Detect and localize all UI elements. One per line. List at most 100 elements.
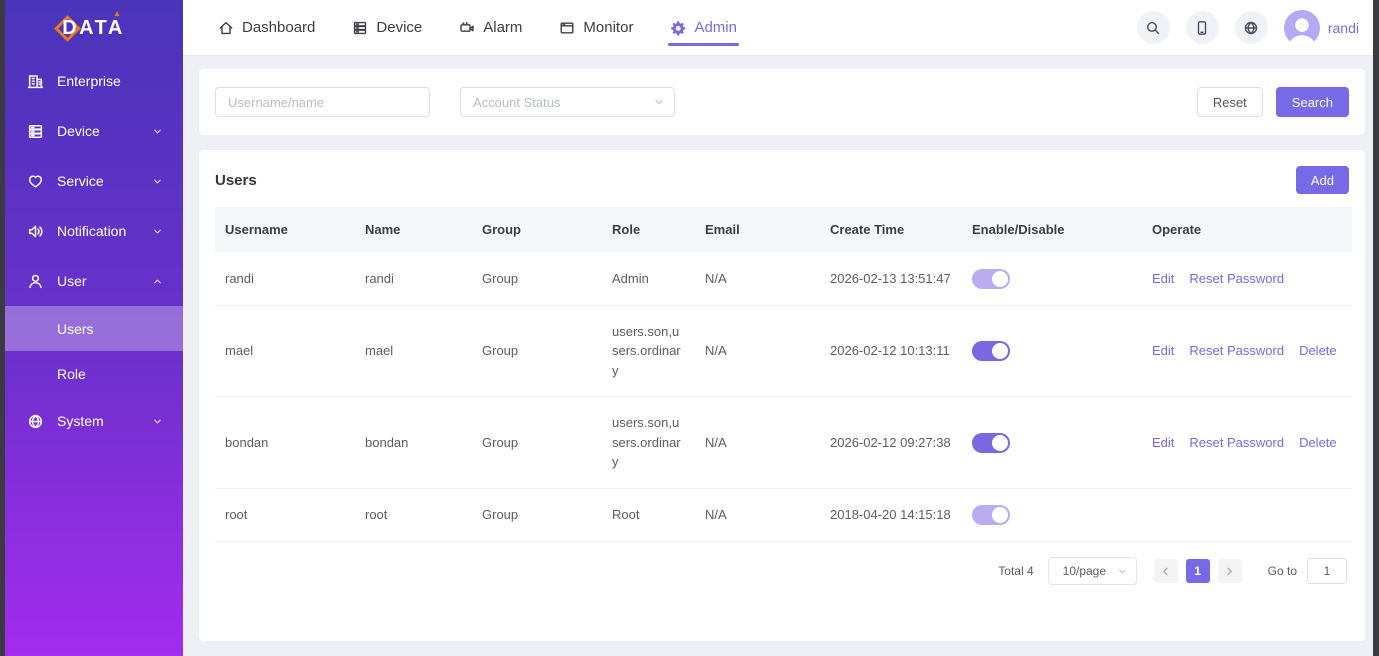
globe-button[interactable]	[1235, 11, 1268, 44]
edit-link[interactable]: Edit	[1152, 271, 1174, 286]
sidebar-item-system[interactable]: System	[0, 396, 183, 446]
brand-logo[interactable]: DATA	[0, 0, 183, 56]
sidebar-item-label: Notification	[57, 223, 152, 239]
sidebar-item-enterprise[interactable]: Enterprise	[0, 56, 183, 106]
tab-monitor[interactable]: Monitor	[559, 0, 633, 55]
brand-logo-text: DATA	[62, 17, 125, 40]
tab-label: Dashboard	[242, 19, 315, 36]
globe-icon	[27, 413, 44, 430]
reset-password-link[interactable]: Reset Password	[1189, 271, 1284, 286]
chevron-down-icon	[1117, 566, 1128, 577]
page-size-select[interactable]: 10/page	[1048, 557, 1137, 585]
sidebar-item-label: System	[57, 413, 152, 429]
cell-name: randi	[355, 252, 472, 305]
table-row: rootrootGroupRootN/A2018-04-20 14:15:18	[215, 488, 1352, 542]
tab-label: Monitor	[583, 19, 633, 36]
tab-alarm[interactable]: Alarm	[459, 0, 522, 55]
cell-name: bondan	[355, 397, 472, 489]
cell-username: bondan	[215, 397, 355, 489]
filter-panel: Account Status Reset Search	[199, 69, 1365, 135]
search-icon	[1145, 20, 1161, 36]
delete-link[interactable]: Delete	[1299, 343, 1337, 358]
reset-button[interactable]: Reset	[1197, 87, 1263, 117]
gear-icon	[670, 20, 686, 36]
toggle-knob	[992, 271, 1008, 287]
search-button[interactable]: Search	[1276, 87, 1349, 117]
cell-group: Group	[472, 252, 602, 305]
goto-page-input[interactable]	[1307, 558, 1347, 584]
cell-enable-disable	[962, 252, 1142, 305]
sidebar-item-notification[interactable]: Notification	[0, 206, 183, 256]
chevron-down-icon	[653, 96, 665, 108]
table-row: randirandiGroupAdminN/A2026-02-13 13:51:…	[215, 252, 1352, 305]
cell-enable-disable	[962, 305, 1142, 397]
server-icon	[27, 123, 44, 140]
enable-toggle[interactable]	[972, 433, 1010, 453]
column-header-role: Role	[602, 207, 695, 252]
chevron-down-icon	[152, 126, 163, 137]
home-icon	[218, 20, 234, 36]
pagination: Total 4 10/page 1 Go to	[215, 542, 1349, 600]
tab-label: Admin	[694, 19, 737, 36]
tab-device[interactable]: Device	[352, 0, 422, 55]
cell-create-time: 2026-02-13 13:51:47	[820, 252, 962, 305]
phone-button[interactable]	[1186, 11, 1219, 44]
sidebar-item-device[interactable]: Device	[0, 106, 183, 156]
sidebar-subitem-users[interactable]: Users	[0, 306, 183, 351]
enable-toggle[interactable]	[972, 505, 1010, 525]
search-button[interactable]	[1137, 11, 1170, 44]
prev-page-button[interactable]	[1154, 559, 1178, 583]
reset-password-link[interactable]: Reset Password	[1189, 435, 1284, 450]
header-actions: randi	[1137, 10, 1359, 46]
user-name: randi	[1328, 20, 1359, 36]
column-header-enable-disable: Enable/Disable	[962, 207, 1142, 252]
cell-username: mael	[215, 305, 355, 397]
username-filter-input[interactable]	[215, 87, 430, 117]
next-page-button[interactable]	[1218, 559, 1242, 583]
cell-group: Group	[472, 397, 602, 489]
reset-password-link[interactable]: Reset Password	[1189, 343, 1284, 358]
alarm-icon	[459, 20, 475, 36]
cell-operate	[1142, 488, 1352, 542]
column-header-name: Name	[355, 207, 472, 252]
tab-admin[interactable]: Admin	[670, 0, 737, 55]
chevron-down-icon	[152, 416, 163, 427]
cell-username: randi	[215, 252, 355, 305]
avatar-person-icon	[1284, 13, 1320, 46]
enable-toggle[interactable]	[972, 341, 1010, 361]
sidebar-subitem-label: Users	[57, 321, 94, 337]
cell-create-time: 2026-02-12 10:13:11	[820, 305, 962, 397]
sidebar-item-service[interactable]: Service	[0, 156, 183, 206]
table-row: bondanbondanGroupusers.son,users.ordinar…	[215, 397, 1352, 489]
tab-label: Device	[376, 19, 422, 36]
cell-operate: Edit Reset Password Delete	[1142, 397, 1352, 489]
tab-dashboard[interactable]: Dashboard	[218, 0, 315, 55]
edit-link[interactable]: Edit	[1152, 343, 1174, 358]
delete-link[interactable]: Delete	[1299, 435, 1337, 450]
cell-create-time: 2026-02-12 09:27:38	[820, 397, 962, 489]
globe-icon	[1243, 20, 1259, 36]
cell-group: Group	[472, 488, 602, 542]
add-button[interactable]: Add	[1296, 166, 1349, 194]
column-header-create-time: Create Time	[820, 207, 962, 252]
cell-email: N/A	[695, 252, 820, 305]
user-menu[interactable]: randi	[1284, 10, 1359, 46]
pagination-total: Total 4	[998, 564, 1033, 578]
column-header-username: Username	[215, 207, 355, 252]
cell-name: mael	[355, 305, 472, 397]
sidebar: DATA EnterpriseDevice Service Notification…	[0, 0, 183, 656]
chevron-up-icon	[152, 276, 163, 287]
enable-toggle[interactable]	[972, 269, 1010, 289]
page-1-button[interactable]: 1	[1186, 559, 1210, 583]
edit-link[interactable]: Edit	[1152, 435, 1174, 450]
account-status-select[interactable]: Account Status	[460, 87, 675, 117]
top-nav: Dashboard Device Alarm Monitor Admin	[218, 0, 737, 55]
cell-enable-disable	[962, 397, 1142, 489]
sidebar-subitem-role[interactable]: Role	[0, 351, 183, 396]
cell-role: users.son,users.ordinary	[602, 397, 695, 489]
sidebar-item-user[interactable]: User	[0, 256, 183, 306]
sidebar-item-label: Service	[57, 173, 152, 189]
cell-role: users.son,users.ordinary	[602, 305, 695, 397]
avatar	[1284, 10, 1320, 46]
cell-create-time: 2018-04-20 14:15:18	[820, 488, 962, 542]
